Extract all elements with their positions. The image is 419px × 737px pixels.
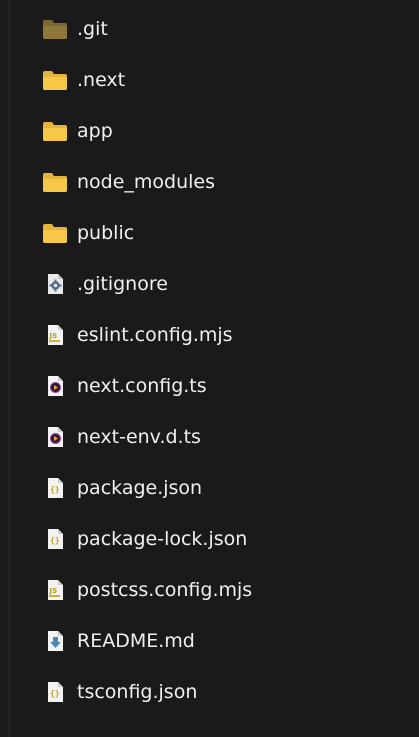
file-name: .gitignore <box>77 273 168 295</box>
file-row-package-lock-json[interactable]: {} package-lock.json <box>0 514 419 565</box>
file-row-app[interactable]: app <box>0 106 419 157</box>
file-row-gitignore[interactable]: .gitignore <box>0 259 419 310</box>
file-row-next[interactable]: .next <box>0 55 419 106</box>
folder-git-icon <box>42 18 68 40</box>
settings-file-icon <box>42 273 68 295</box>
svg-text:{}: {} <box>50 689 60 698</box>
file-name: node_modules <box>77 171 216 193</box>
svg-text:JS: JS <box>49 332 58 340</box>
svg-text:{}: {} <box>50 485 60 494</box>
folder-icon <box>42 120 68 142</box>
folder-icon <box>42 69 68 91</box>
file-name: eslint.config.mjs <box>77 324 233 346</box>
file-row-git[interactable]: .git <box>0 4 419 55</box>
file-explorer-pane: .git .next app node_modules public .giti… <box>0 0 419 737</box>
file-name: .next <box>77 69 126 91</box>
file-name: .git <box>77 18 108 40</box>
file-name: next.config.ts <box>77 375 207 397</box>
js-file-icon: JS <box>42 324 68 346</box>
file-name: public <box>77 222 135 244</box>
svg-text:JS: JS <box>49 587 58 595</box>
file-row-next-config[interactable]: next.config.ts <box>0 361 419 412</box>
file-row-public[interactable]: public <box>0 208 419 259</box>
file-name: postcss.config.mjs <box>77 579 253 601</box>
file-row-package-json[interactable]: {} package.json <box>0 463 419 514</box>
js-file-icon: JS <box>42 579 68 601</box>
file-name: package.json <box>77 477 203 499</box>
json-file-icon: {} <box>42 477 68 499</box>
folder-icon <box>42 222 68 244</box>
file-row-next-env[interactable]: next-env.d.ts <box>0 412 419 463</box>
file-row-postcss-config[interactable]: JS postcss.config.mjs <box>0 565 419 616</box>
markdown-file-icon <box>42 630 68 652</box>
media-file-icon <box>42 375 68 397</box>
json-file-icon: {} <box>42 528 68 550</box>
file-name: README.md <box>77 630 195 652</box>
svg-text:{}: {} <box>50 536 60 545</box>
media-file-icon <box>42 426 68 448</box>
file-row-eslint-config[interactable]: JS eslint.config.mjs <box>0 310 419 361</box>
folder-icon <box>42 171 68 193</box>
file-name: tsconfig.json <box>77 681 198 703</box>
file-row-tsconfig[interactable]: {} tsconfig.json <box>0 667 419 718</box>
file-row-node-modules[interactable]: node_modules <box>0 157 419 208</box>
file-name: next-env.d.ts <box>77 426 201 448</box>
json-file-icon: {} <box>42 681 68 703</box>
file-name: app <box>77 120 113 142</box>
file-name: package-lock.json <box>77 528 248 550</box>
file-row-readme[interactable]: README.md <box>0 616 419 667</box>
file-list: .git .next app node_modules public .giti… <box>0 4 419 718</box>
